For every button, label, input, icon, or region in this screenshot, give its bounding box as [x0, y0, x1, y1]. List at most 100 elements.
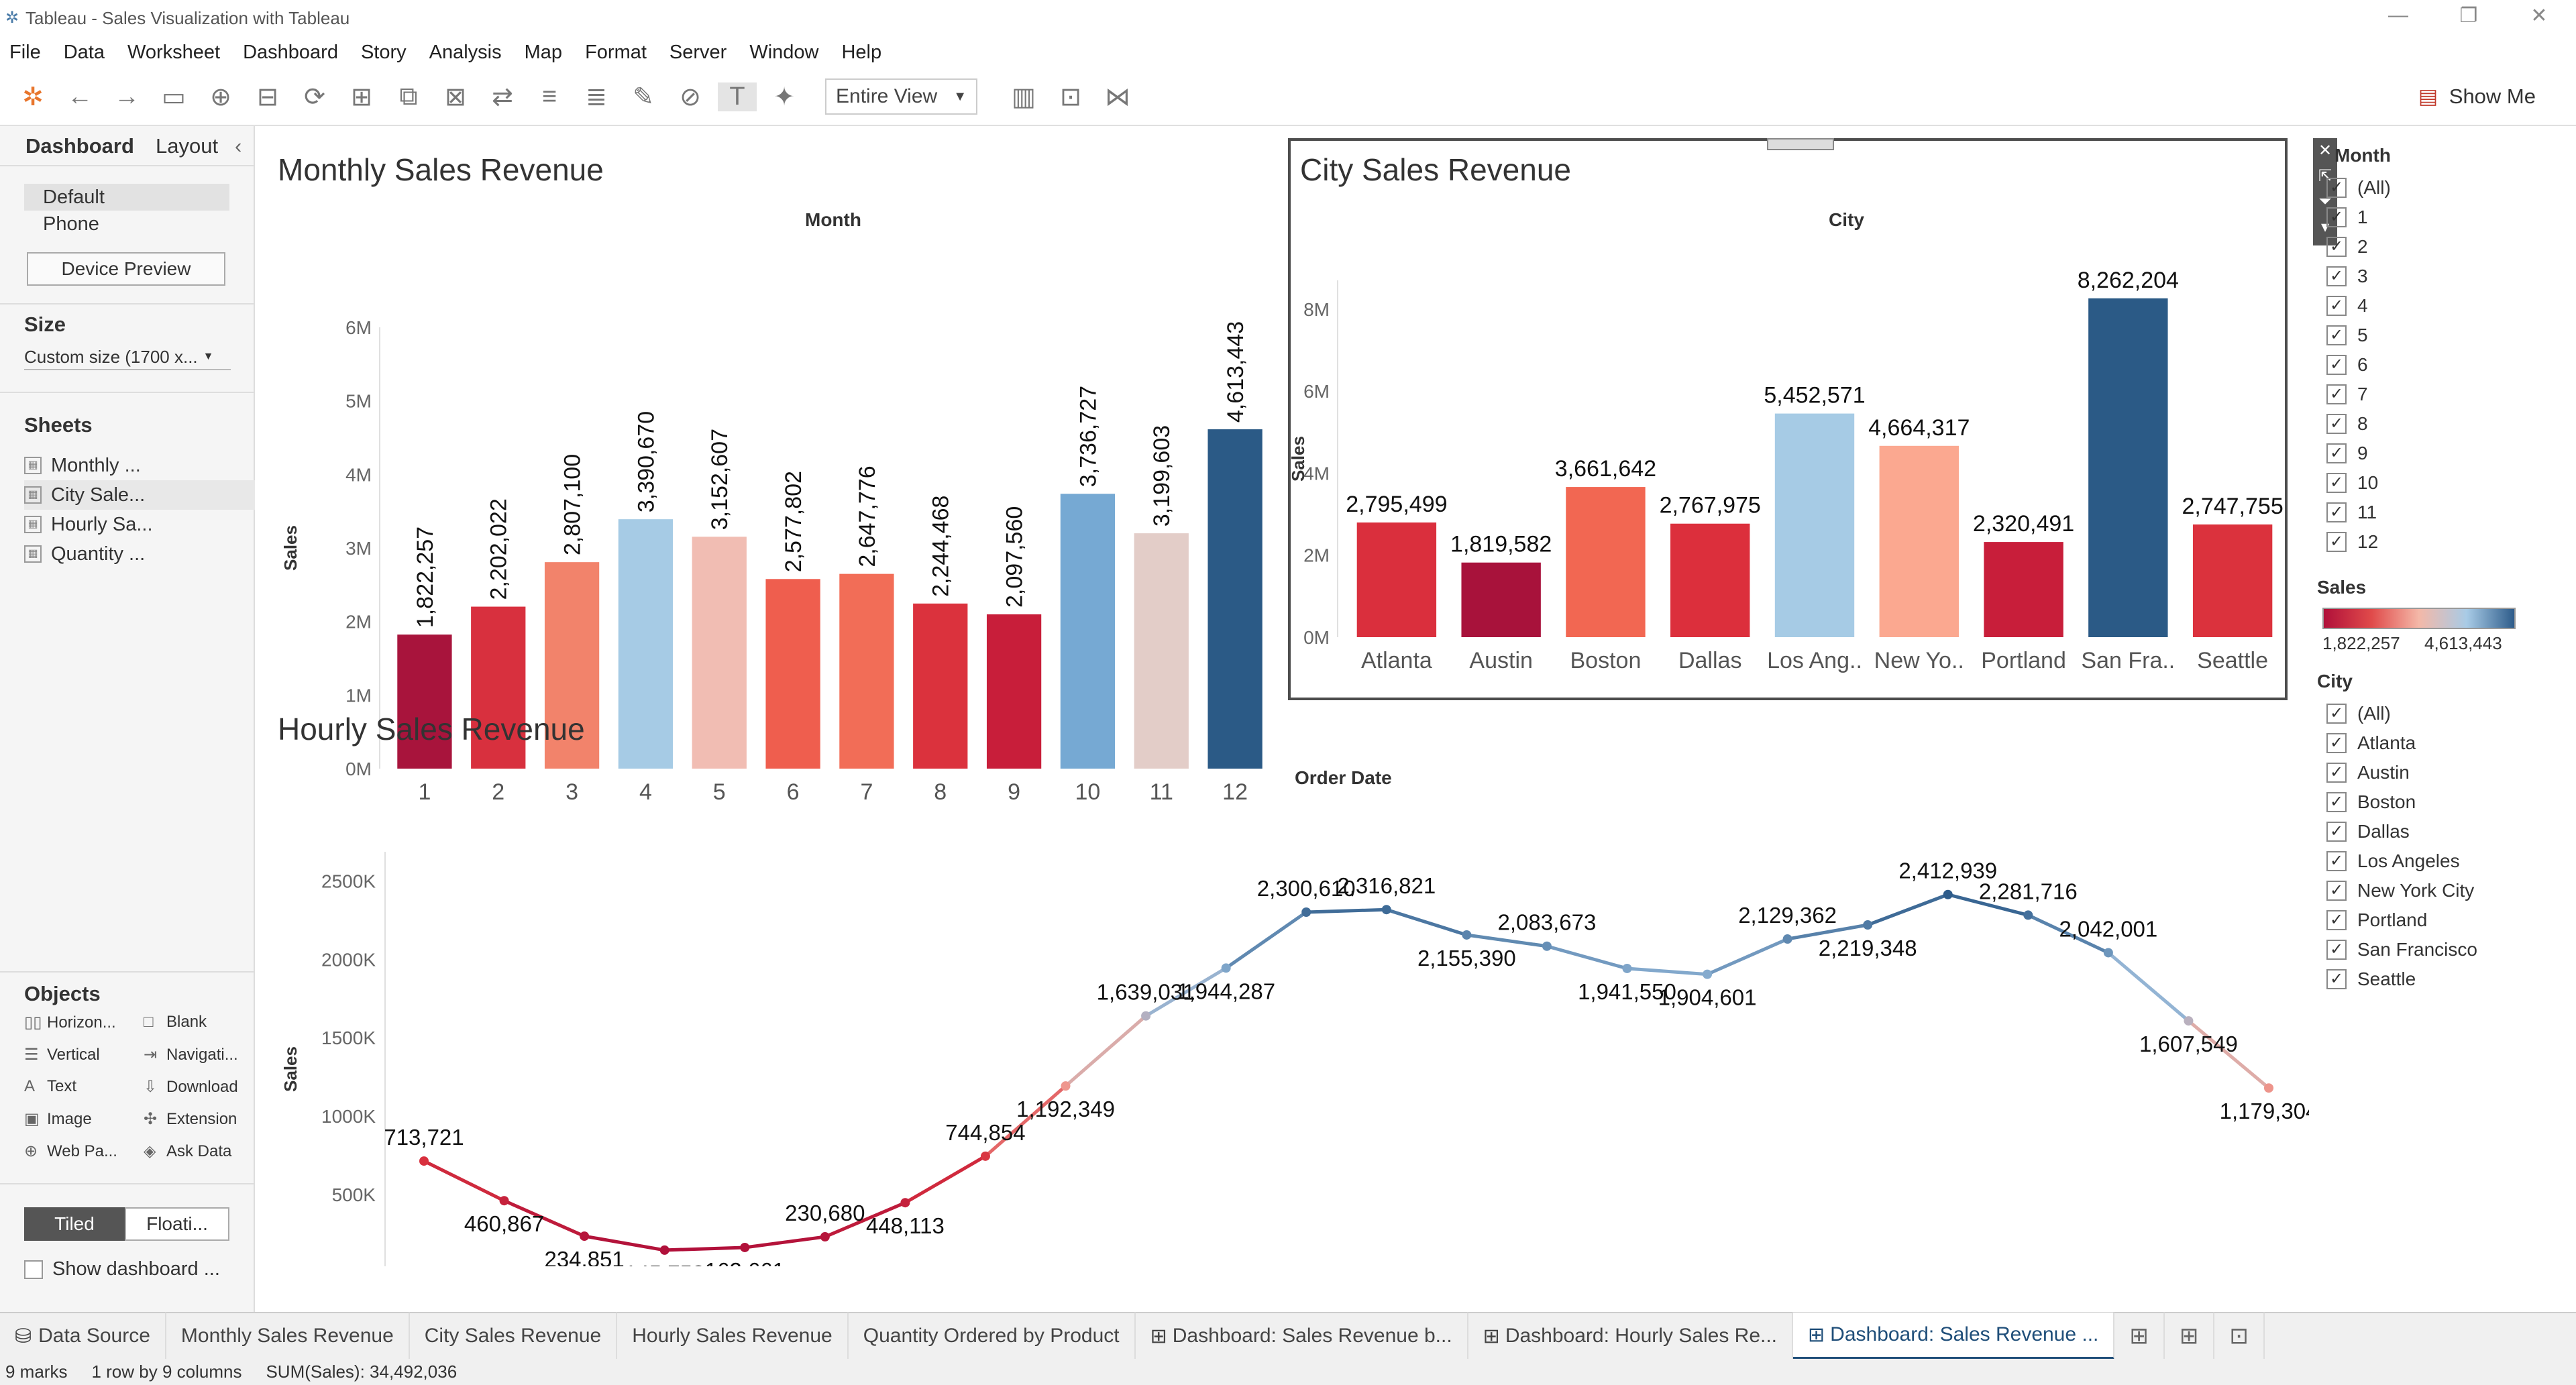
- show-title-checkbox[interactable]: Show dashboard ...: [24, 1258, 220, 1280]
- floating-button[interactable]: Floati...: [125, 1207, 229, 1241]
- menu-analysis[interactable]: Analysis: [429, 42, 502, 64]
- menu-format[interactable]: Format: [585, 42, 647, 64]
- new-story-tab-icon[interactable]: ⊡: [2214, 1313, 2265, 1360]
- show-mark-labels-icon[interactable]: T: [718, 82, 757, 111]
- tab-dashboard[interactable]: Dashboard: [25, 134, 134, 158]
- tableau-home-icon[interactable]: ✲: [13, 82, 52, 112]
- tab-city-sales[interactable]: City Sales Revenue: [410, 1313, 618, 1360]
- sort-ascending-icon[interactable]: ≡: [530, 82, 569, 111]
- menu-map[interactable]: Map: [525, 42, 562, 64]
- show-me-button[interactable]: ▤ Show Me: [2418, 85, 2536, 109]
- city-filter-item[interactable]: ✓ Los Angeles: [2326, 848, 2460, 875]
- redo-icon[interactable]: →: [107, 82, 146, 111]
- new-worksheet-icon[interactable]: ⊞: [342, 82, 381, 112]
- tab-layout[interactable]: Layout: [156, 134, 218, 158]
- tab-dashboard-sales-revenue-active[interactable]: ⊞ Dashboard: Sales Revenue ...: [1793, 1313, 2115, 1360]
- group-members-icon[interactable]: ⊘: [671, 82, 710, 112]
- close-window-icon[interactable]: ✕: [2519, 4, 2559, 27]
- menu-server[interactable]: Server: [669, 42, 727, 64]
- sheet-item-hourly[interactable]: ▦ Hourly Sa...: [24, 510, 255, 539]
- menu-help[interactable]: Help: [841, 42, 881, 64]
- city-filter-item[interactable]: ✓ San Francisco: [2326, 936, 2477, 963]
- city-filter-item[interactable]: ✓ Portland: [2326, 907, 2427, 934]
- menu-data[interactable]: Data: [64, 42, 105, 64]
- clear-sheet-icon[interactable]: ⊠: [436, 82, 475, 112]
- object-web-page[interactable]: ⊕ Web Pa...: [24, 1142, 117, 1161]
- tab-dashboard-sales-revenue-b[interactable]: ⊞ Dashboard: Sales Revenue b...: [1136, 1313, 1468, 1360]
- drag-handle[interactable]: [1767, 138, 1834, 150]
- menu-story[interactable]: Story: [361, 42, 407, 64]
- device-phone-item[interactable]: Phone: [43, 213, 99, 235]
- month-filter-item[interactable]: ✓ 2: [2326, 233, 2368, 260]
- city-filter-item[interactable]: ✓ Boston: [2326, 789, 2416, 816]
- show-cards-icon[interactable]: ▥: [1004, 82, 1043, 112]
- month-filter-item[interactable]: ✓ 12: [2326, 529, 2378, 555]
- month-filter-item[interactable]: ✓ 8: [2326, 410, 2368, 437]
- month-filter-item[interactable]: ✓ 11: [2326, 499, 2377, 526]
- sheet-item-monthly[interactable]: ▦ Monthly ...: [24, 451, 255, 480]
- tiled-button[interactable]: Tiled: [24, 1207, 125, 1241]
- object-download[interactable]: ⇩ Download: [144, 1077, 238, 1097]
- maximize-icon[interactable]: ❐: [2449, 4, 2489, 27]
- size-dropdown[interactable]: Custom size (1700 x... ▼: [24, 345, 231, 370]
- device-preview-button[interactable]: Device Preview: [27, 252, 225, 286]
- swap-rows-columns-icon[interactable]: ⇄: [483, 82, 522, 112]
- save-icon[interactable]: ▭: [154, 82, 193, 112]
- month-filter-item[interactable]: ✓ 7: [2326, 381, 2368, 408]
- city-filter-item[interactable]: ✓ (All): [2326, 700, 2391, 727]
- object-horizontal[interactable]: ▯▯ Horizon...: [24, 1013, 116, 1032]
- city-filter-item[interactable]: ✓ Dallas: [2326, 818, 2410, 845]
- object-image[interactable]: ▣ Image: [24, 1109, 92, 1129]
- tab-hourly-sales[interactable]: Hourly Sales Revenue: [617, 1313, 849, 1360]
- month-filter-item[interactable]: ✓ (All): [2326, 174, 2391, 201]
- month-filter-item[interactable]: ✓ 4: [2326, 292, 2368, 319]
- city-filter-item[interactable]: ✓ New York City: [2326, 877, 2474, 904]
- fix-axes-icon[interactable]: ✦: [765, 82, 804, 112]
- fit-view-dropdown[interactable]: Entire View ▼: [825, 78, 977, 115]
- object-vertical[interactable]: ☰ Vertical: [24, 1045, 100, 1064]
- new-dashboard-tab-icon[interactable]: ⊞: [2165, 1313, 2215, 1360]
- object-text[interactable]: A Text: [24, 1077, 76, 1096]
- month-filter-item[interactable]: ✓ 1: [2326, 204, 2368, 231]
- object-extension[interactable]: ✣ Extension: [144, 1109, 237, 1129]
- pause-updates-icon[interactable]: ⊟: [248, 82, 287, 112]
- undo-icon[interactable]: ←: [60, 82, 99, 111]
- object-ask-data[interactable]: ◈ Ask Data: [144, 1142, 231, 1161]
- minimize-icon[interactable]: —: [2378, 4, 2418, 27]
- sales-color-legend[interactable]: [2322, 608, 2516, 629]
- hourly-sales-chart[interactable]: Sales0K500K1000K1500K2000K2500K0713,7211…: [256, 783, 2309, 1266]
- device-default-item[interactable]: Default: [24, 184, 229, 211]
- menu-window[interactable]: Window: [749, 42, 818, 64]
- share-icon[interactable]: ⋈: [1098, 82, 1137, 112]
- highlight-icon[interactable]: ✎: [624, 82, 663, 112]
- presentation-mode-icon[interactable]: ⊡: [1051, 82, 1090, 112]
- object-blank[interactable]: □ Blank: [144, 1013, 207, 1032]
- tab-monthly-sales[interactable]: Monthly Sales Revenue: [166, 1313, 410, 1360]
- checkbox-checked-icon: ✓: [2326, 355, 2347, 375]
- sort-descending-icon[interactable]: ≣: [577, 82, 616, 112]
- tab-dashboard-hourly[interactable]: ⊞ Dashboard: Hourly Sales Re...: [1468, 1313, 1794, 1360]
- collapse-panel-icon[interactable]: ‹: [235, 134, 241, 158]
- menu-file[interactable]: File: [9, 42, 41, 64]
- month-filter-item[interactable]: ✓ 5: [2326, 322, 2368, 349]
- city-filter-item[interactable]: ✓ Austin: [2326, 759, 2410, 786]
- month-filter-item[interactable]: ✓ 6: [2326, 351, 2368, 378]
- menu-dashboard[interactable]: Dashboard: [243, 42, 338, 64]
- duplicate-sheet-icon[interactable]: ⧉: [389, 82, 428, 111]
- city-filter-item[interactable]: ✓ Seattle: [2326, 966, 2416, 993]
- object-navigation[interactable]: ⇥ Navigati...: [144, 1045, 238, 1064]
- checkbox-checked-icon: ✓: [2326, 940, 2347, 960]
- month-filter-item[interactable]: ✓ 10: [2326, 469, 2378, 496]
- city-sales-chart[interactable]: Sales0M2M4M6M8MAtlanta2,795,499Austin1,8…: [1291, 227, 2285, 696]
- new-data-source-icon[interactable]: ⊕: [201, 82, 240, 112]
- sheet-item-quantity[interactable]: ▦ Quantity ...: [24, 539, 255, 569]
- refresh-icon[interactable]: ⟳: [295, 82, 334, 112]
- new-worksheet-tab-icon[interactable]: ⊞: [2114, 1313, 2165, 1360]
- tab-data-source[interactable]: ⛁ Data Source: [0, 1313, 166, 1360]
- month-filter-item[interactable]: ✓ 3: [2326, 263, 2368, 290]
- month-filter-item[interactable]: ✓ 9: [2326, 440, 2368, 467]
- sheet-item-city[interactable]: ▦ City Sale...: [24, 480, 255, 510]
- tab-quantity-ordered[interactable]: Quantity Ordered by Product: [849, 1313, 1136, 1360]
- city-filter-item[interactable]: ✓ Atlanta: [2326, 730, 2416, 757]
- menu-worksheet[interactable]: Worksheet: [127, 42, 220, 64]
